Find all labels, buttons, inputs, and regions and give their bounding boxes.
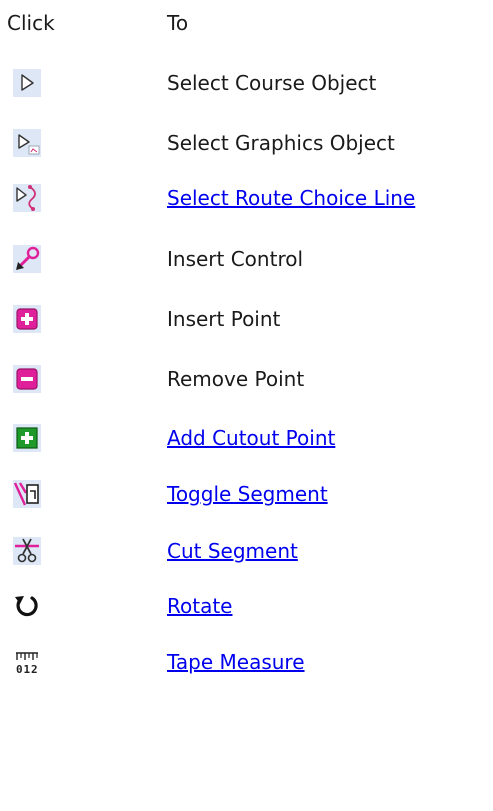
remove-point-icon[interactable] [12, 364, 42, 394]
row-cut-segment: Cut Segment [0, 525, 493, 577]
tape-measure-link[interactable]: Tape Measure [167, 650, 305, 674]
row-label: Remove Point [167, 367, 305, 391]
column-header-to: To [167, 11, 189, 35]
tape-measure-icon[interactable]: 0 1 2 [12, 647, 42, 677]
select-graphics-object-icon[interactable] [12, 128, 42, 158]
row-label: Insert Point [167, 307, 281, 331]
select-route-choice-line-link[interactable]: Select Route Choice Line [167, 186, 415, 210]
rotate-link[interactable]: Rotate [167, 594, 232, 618]
row-add-cutout-point: Add Cutout Point [0, 412, 493, 464]
row-select-graphics-object: Select Graphics Object [0, 117, 493, 169]
row-label: Insert Control [167, 247, 304, 271]
cut-segment-icon[interactable] [12, 536, 42, 566]
add-cutout-point-icon[interactable] [12, 423, 42, 453]
svg-text:2: 2 [31, 663, 38, 676]
add-cutout-point-link[interactable]: Add Cutout Point [167, 426, 335, 450]
row-remove-point: Remove Point [0, 353, 493, 405]
row-select-course-object: Select Course Object [0, 57, 493, 109]
row-label: Select Course Object [167, 71, 377, 95]
row-tape-measure: 0 1 2 Tape Measure [0, 636, 493, 688]
svg-text:1: 1 [24, 663, 31, 676]
row-label: Select Graphics Object [167, 131, 395, 155]
select-route-choice-line-icon[interactable] [12, 183, 42, 213]
toggle-segment-icon[interactable] [12, 479, 42, 509]
row-insert-point: Insert Point [0, 293, 493, 345]
toggle-segment-link[interactable]: Toggle Segment [167, 482, 328, 506]
cut-segment-link[interactable]: Cut Segment [167, 539, 298, 563]
insert-point-icon[interactable] [12, 304, 42, 334]
rotate-icon[interactable] [12, 591, 42, 621]
row-insert-control: Insert Control [0, 233, 493, 285]
row-toggle-segment: Toggle Segment [0, 468, 493, 520]
column-header-click: Click [7, 11, 55, 35]
svg-text:0: 0 [16, 663, 23, 676]
row-rotate: Rotate [0, 580, 493, 632]
row-select-route-choice-line: Select Route Choice Line [0, 172, 493, 224]
select-course-object-icon[interactable] [12, 68, 42, 98]
insert-control-icon[interactable] [12, 244, 42, 274]
